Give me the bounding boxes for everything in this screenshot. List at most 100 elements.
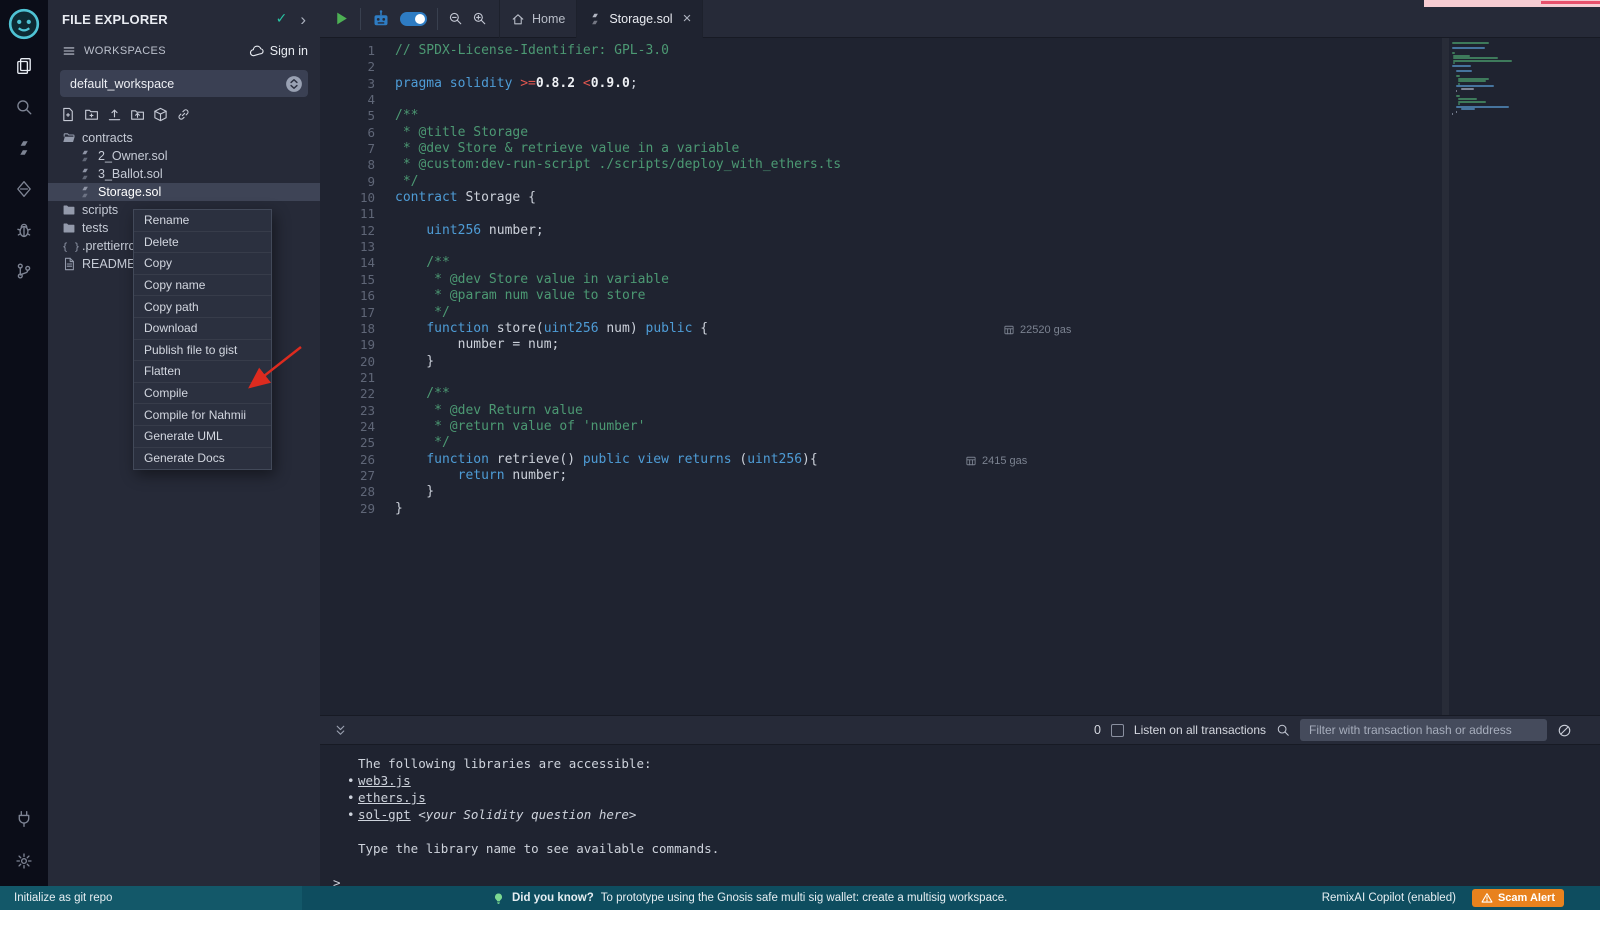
code-editor[interactable]: 1234567891011121314151617181920212223242… — [320, 38, 1600, 715]
import-ipfs-icon[interactable] — [153, 107, 168, 122]
git-init-button[interactable]: Initialize as git repo — [0, 886, 302, 910]
library-link-ethers-js[interactable]: ethers.js — [358, 790, 426, 805]
tip-prefix: Did you know? — [512, 892, 594, 904]
tree-item-contracts[interactable]: contracts — [48, 129, 320, 147]
zoom-in-icon[interactable] — [472, 11, 487, 26]
ai-copilot-toggle[interactable] — [400, 12, 427, 26]
terminal-search-icon[interactable] — [1276, 723, 1290, 737]
listen-checkbox[interactable] — [1111, 724, 1124, 737]
code-line: contract Storage { — [395, 190, 841, 206]
solidity-compiler-icon[interactable] — [15, 139, 33, 157]
file-explorer-icon[interactable] — [15, 57, 33, 75]
ai-assistant-icon[interactable] — [371, 9, 391, 29]
line-number: 6 — [320, 125, 375, 141]
deploy-run-icon[interactable] — [15, 180, 33, 198]
line-number: 3 — [320, 76, 375, 92]
context-menu-item-flatten[interactable]: Flatten — [134, 361, 271, 383]
tree-item-2-owner-sol[interactable]: 2_Owner.sol — [48, 147, 320, 165]
settings-icon[interactable] — [15, 852, 33, 870]
minimap[interactable] — [1452, 42, 1547, 116]
upload-folder-icon[interactable] — [130, 107, 145, 122]
page-bottom-gap — [0, 910, 1600, 928]
context-menu-item-copy[interactable]: Copy — [134, 253, 271, 275]
context-menu-item-compile[interactable]: Compile — [134, 383, 271, 405]
sol-icon — [78, 185, 92, 199]
divider — [360, 8, 361, 30]
close-tab-icon[interactable]: × — [683, 11, 692, 26]
code-line: */ — [395, 305, 841, 321]
context-menu: RenameDeleteCopyCopy nameCopy pathDownlo… — [133, 209, 272, 470]
bullet: • — [347, 772, 358, 789]
library-hint: <your Solidity question here> — [411, 807, 637, 822]
check-icon[interactable]: ✓ — [276, 11, 288, 27]
debugger-icon[interactable] — [15, 221, 33, 239]
import-url-icon[interactable] — [176, 107, 191, 122]
zoom-out-icon[interactable] — [448, 11, 463, 26]
code-line: */ — [395, 435, 841, 451]
minimap-line — [1461, 88, 1475, 90]
context-menu-item-copy-path[interactable]: Copy path — [134, 296, 271, 318]
terminal-line: •ethers.js — [358, 789, 1600, 806]
line-number: 16 — [320, 288, 375, 304]
library-link-sol-gpt[interactable]: sol-gpt — [358, 807, 411, 822]
main-area: Home Storage.sol × 123456789101112131415… — [320, 0, 1600, 886]
code-line: uint256 number; — [395, 223, 841, 239]
context-menu-item-delete[interactable]: Delete — [134, 232, 271, 254]
code-line: * @dev Store value in variable — [395, 272, 841, 288]
transaction-filter-input[interactable] — [1300, 719, 1547, 741]
tab-bar: Home Storage.sol × — [320, 0, 1600, 38]
new-file-icon[interactable] — [61, 107, 76, 122]
tab-home[interactable]: Home — [499, 0, 577, 38]
sign-in-button[interactable]: Sign in — [249, 44, 308, 59]
copilot-status[interactable]: RemixAI Copilot (enabled) — [1322, 892, 1456, 904]
workspace-select[interactable]: default_workspace — [60, 70, 308, 97]
tab-storage-sol[interactable]: Storage.sol × — [577, 0, 703, 38]
run-script-button[interactable] — [333, 10, 350, 27]
new-folder-icon[interactable] — [84, 107, 99, 122]
toggle-knob — [415, 14, 425, 24]
context-menu-item-compile-for-nahmii[interactable]: Compile for Nahmii — [134, 404, 271, 426]
line-number: 17 — [320, 305, 375, 321]
code-line: /** — [395, 386, 841, 402]
line-number: 13 — [320, 239, 375, 255]
context-menu-item-publish-file-to-gist[interactable]: Publish file to gist — [134, 340, 271, 362]
tree-item-3-ballot-sol[interactable]: 3_Ballot.sol — [48, 165, 320, 183]
expand-terminal-icon[interactable] — [333, 723, 348, 738]
code-line: /** — [395, 255, 841, 271]
hamburger-menu-icon[interactable] — [62, 44, 76, 58]
minimap-line — [1456, 70, 1472, 72]
editor-scrollbar[interactable] — [1442, 38, 1449, 715]
minimap-line — [1453, 60, 1512, 62]
minimap-line — [1452, 52, 1455, 54]
context-menu-item-rename[interactable]: Rename — [134, 210, 271, 232]
tab-storage-label: Storage.sol — [609, 12, 672, 26]
code-line: * @return value of 'number' — [395, 419, 841, 435]
tree-item-storage-sol[interactable]: Storage.sol — [48, 183, 320, 201]
scam-alert-badge[interactable]: Scam Alert — [1472, 889, 1564, 907]
code-line — [395, 239, 841, 255]
git-icon[interactable] — [15, 262, 33, 280]
workspace-switch-icon[interactable] — [285, 75, 303, 93]
minimap-line — [1453, 57, 1498, 59]
line-number: 8 — [320, 157, 375, 173]
line-number: 29 — [320, 501, 375, 517]
library-link-web3-js[interactable]: web3.js — [358, 773, 411, 788]
search-icon[interactable] — [15, 98, 33, 116]
upload-file-icon[interactable] — [107, 107, 122, 122]
minimap-line — [1452, 47, 1485, 49]
minimap-line — [1458, 98, 1478, 100]
chevron-right-icon[interactable]: › — [300, 11, 306, 28]
terminal-output[interactable]: The following libraries are accessible:•… — [320, 746, 1600, 886]
rail-top — [15, 57, 33, 280]
context-menu-item-generate-docs[interactable]: Generate Docs — [134, 448, 271, 470]
folder-open-icon — [62, 131, 76, 145]
line-number: 12 — [320, 223, 375, 239]
remix-logo-icon[interactable] — [7, 7, 41, 41]
bullet: • — [347, 806, 358, 823]
clear-terminal-icon[interactable] — [1557, 723, 1572, 738]
context-menu-item-copy-name[interactable]: Copy name — [134, 275, 271, 297]
context-menu-item-generate-uml[interactable]: Generate UML — [134, 426, 271, 448]
context-menu-item-download[interactable]: Download — [134, 318, 271, 340]
sol-icon — [78, 167, 92, 181]
plugin-manager-icon[interactable] — [15, 810, 33, 828]
